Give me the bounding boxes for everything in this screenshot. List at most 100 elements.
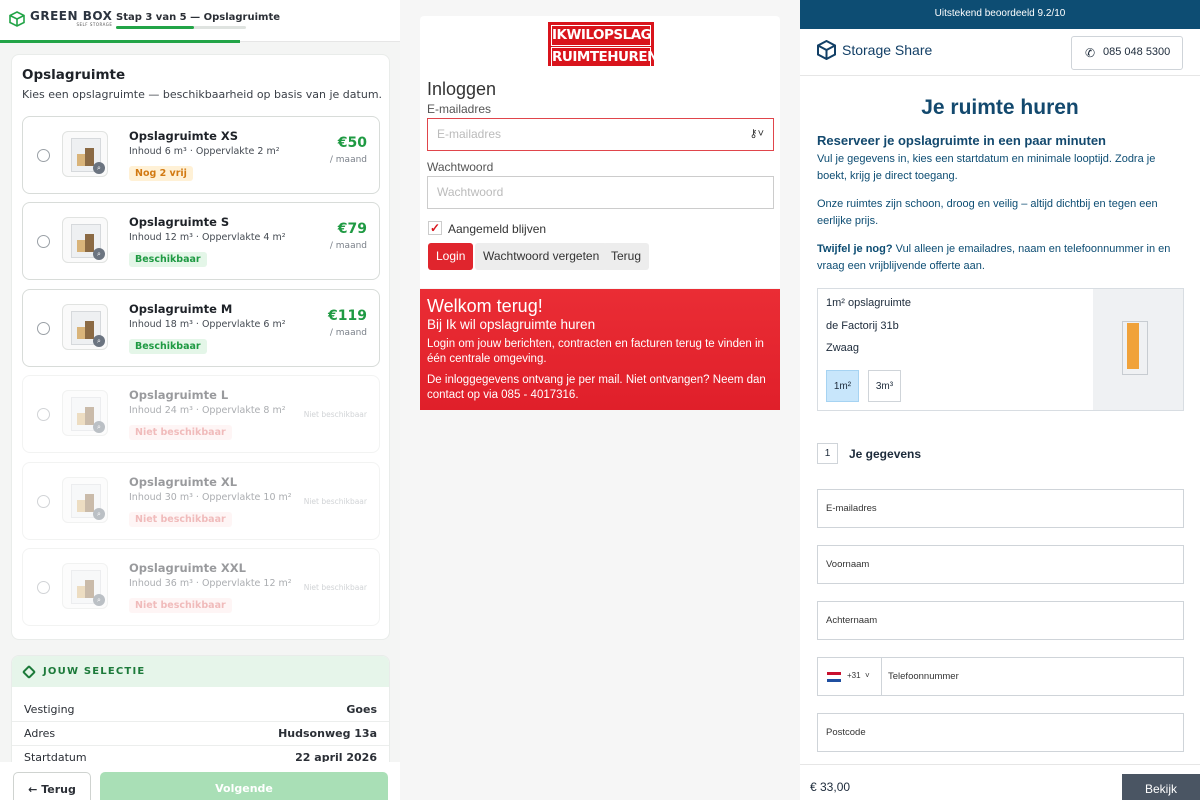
cube-logo-icon: [9, 10, 25, 27]
unit-thumbnail[interactable]: ⌕: [62, 304, 108, 350]
unit-address: de Factorij 31b: [826, 320, 899, 332]
zoom-icon[interactable]: ⌕: [93, 248, 105, 260]
storageshare-logo[interactable]: Storage Share: [817, 40, 932, 60]
step-progress-bar: [116, 26, 246, 29]
back-button[interactable]: Terug: [603, 243, 650, 270]
unit-specs: Inhoud 6 m³ · Oppervlakte 2 m²: [129, 146, 280, 157]
remember-checkbox[interactable]: ✓: [428, 221, 442, 235]
welcome-text: Login om jouw berichten, contracten en f…: [427, 338, 764, 365]
login-button[interactable]: Login: [428, 243, 474, 270]
unit-radio[interactable]: [37, 149, 50, 162]
phone-icon: ✆: [1085, 46, 1096, 60]
unit-option[interactable]: ⌕ Opslagruimte XS Inhoud 6 m³ · Oppervla…: [22, 116, 380, 194]
unit-price: €50: [337, 135, 367, 151]
zoom-icon[interactable]: ⌕: [93, 335, 105, 347]
unit-option-disabled: ⌕ Opslagruimte XXL Inhoud 36 m³ · Opperv…: [22, 548, 380, 626]
unit-radio[interactable]: [37, 235, 50, 248]
unit-thumbnail: ⌕: [62, 390, 108, 436]
unit-city: Zwaag: [826, 342, 860, 354]
welcome-title: Welkom terug!: [427, 296, 543, 316]
logo-line-1: IKWILOPSLAG: [551, 25, 652, 46]
unit-name: Opslagruimte XL: [129, 475, 238, 489]
ikwil-panel: IKWILOPSLAG RUIMTEHUREN.NL Inloggen E-ma…: [400, 0, 800, 800]
zoom-icon[interactable]: ⌕: [93, 162, 105, 174]
password-input[interactable]: Wachtwoord: [427, 176, 774, 209]
availability-badge: Niet beschikbaar: [129, 598, 232, 613]
selection-label: Adres: [24, 727, 56, 740]
availability-badge: Niet beschikbaar: [129, 512, 232, 527]
price-period: / maand: [329, 155, 367, 165]
card-subtitle: Kies een opslagruimte — beschikbaarheid …: [22, 88, 383, 101]
unit-radio: [37, 581, 50, 594]
remember-label[interactable]: Aangemeld blijven: [448, 222, 546, 236]
welcome-banner: Welkom terug! Bij Ik wil opslagruimte hu…: [420, 289, 780, 410]
header-accent-line: [0, 40, 240, 43]
unit-option-disabled: ⌕ Opslagruimte L Inhoud 24 m³ · Oppervla…: [22, 375, 380, 453]
unit-name: Opslagruimte XXL: [129, 561, 246, 575]
email-field[interactable]: E-mailadres: [817, 489, 1184, 528]
phone-button[interactable]: ✆ 085 048 5300: [1071, 36, 1183, 70]
unit-specs: Inhoud 12 m³ · Oppervlakte 4 m²: [129, 232, 286, 243]
price-period: / maand: [329, 241, 367, 251]
total-price: € 33,00: [810, 780, 851, 794]
selection-value: Hudsonweg 13a: [278, 727, 377, 740]
greenbox-header: GREEN BOX SELF STORAGE Stap 3 van 5 — Op…: [0, 0, 400, 43]
intro-paragraph: Twijfel je nog? Vul alleen je emailadres…: [817, 241, 1183, 275]
step-indicator: Stap 3 van 5 — Opslagruimte: [116, 12, 281, 23]
zoom-icon: ⌕: [93, 594, 105, 606]
phone-field[interactable]: +31 ˅ Telefoonnummer: [817, 657, 1184, 696]
availability-badge: Beschikbaar: [129, 252, 207, 267]
firstname-field[interactable]: Voornaam: [817, 545, 1184, 584]
size-option-selected[interactable]: 1m²: [826, 370, 859, 402]
unit-thumbnail[interactable]: ⌕: [62, 217, 108, 263]
unavailable-note: Niet beschikbaar: [303, 497, 367, 506]
rating-bar: Uitstekend beoordeeld 9.2/10: [800, 0, 1200, 29]
storageshare-panel: Uitstekend beoordeeld 9.2/10 Storage Sha…: [800, 0, 1200, 800]
chevron-down-icon: ˅: [865, 671, 870, 680]
availability-badge: Nog 2 vrij: [129, 166, 193, 181]
zoom-icon: ⌕: [93, 508, 105, 520]
lastname-field[interactable]: Achternaam: [817, 601, 1184, 640]
unit-thumbnail: ⌕: [62, 563, 108, 609]
ikwil-logo[interactable]: IKWILOPSLAG RUIMTEHUREN.NL: [548, 22, 682, 68]
greenbox-footer: ← Terug Volgende: [0, 762, 400, 800]
country-code-select[interactable]: +31 ˅: [818, 658, 882, 695]
selection-row: Vestiging Goes: [12, 698, 389, 722]
greenbox-logo[interactable]: GREEN BOX SELF STORAGE: [9, 10, 112, 27]
phone-number: 085 048 5300: [1103, 46, 1171, 58]
email-input[interactable]: E-mailadres ⚷˅: [427, 118, 774, 151]
logo-line-2: RUIMTEHUREN.NL: [551, 47, 682, 68]
size-option[interactable]: 3m³: [868, 370, 901, 402]
unavailable-note: Niet beschikbaar: [303, 583, 367, 592]
unit-summary: 1m² opslagruimte de Factorij 31b Zwaag 1…: [817, 288, 1184, 411]
unit-option[interactable]: ⌕ Opslagruimte S Inhoud 12 m³ · Oppervla…: [22, 202, 380, 280]
forgot-password-button[interactable]: Wachtwoord vergeten: [475, 243, 608, 270]
login-heading: Inloggen: [427, 79, 497, 99]
unit-price: €119: [328, 308, 367, 324]
view-button[interactable]: Bekijk: [1122, 774, 1200, 800]
unit-specs: Inhoud 36 m³ · Oppervlakte 12 m²: [129, 578, 292, 589]
country-code: +31: [847, 671, 861, 680]
unit-thumbnail: ⌕: [62, 477, 108, 523]
unit-image: [1093, 289, 1183, 410]
zoom-icon: ⌕: [93, 421, 105, 433]
next-button[interactable]: Volgende: [100, 772, 388, 800]
unit-price: €79: [337, 221, 367, 237]
unit-radio[interactable]: [37, 322, 50, 335]
brand-name: GREEN BOX: [30, 9, 113, 23]
unit-name: Opslagruimte XS: [129, 129, 239, 143]
unit-option[interactable]: ⌕ Opslagruimte M Inhoud 18 m³ · Oppervla…: [22, 289, 380, 367]
nl-flag-icon: [827, 672, 841, 682]
unit-specs: Inhoud 30 m³ · Oppervlakte 10 m²: [129, 492, 292, 503]
key-icon[interactable]: ⚷˅: [750, 127, 764, 140]
step-progress-fill: [116, 26, 194, 29]
unit-radio: [37, 495, 50, 508]
selection-heading-label: JOUW SELECTIE: [43, 666, 146, 677]
back-button[interactable]: ← Terug: [13, 772, 91, 800]
storageshare-header: Storage Share ✆ 085 048 5300: [800, 29, 1200, 76]
unit-thumbnail[interactable]: ⌕: [62, 131, 108, 177]
unit-selection-card: Opslagruimte Kies een opslagruimte — bes…: [11, 54, 390, 640]
unit-name: Opslagruimte L: [129, 388, 229, 402]
postcode-field[interactable]: Postcode: [817, 713, 1184, 752]
price-period: / maand: [329, 328, 367, 338]
